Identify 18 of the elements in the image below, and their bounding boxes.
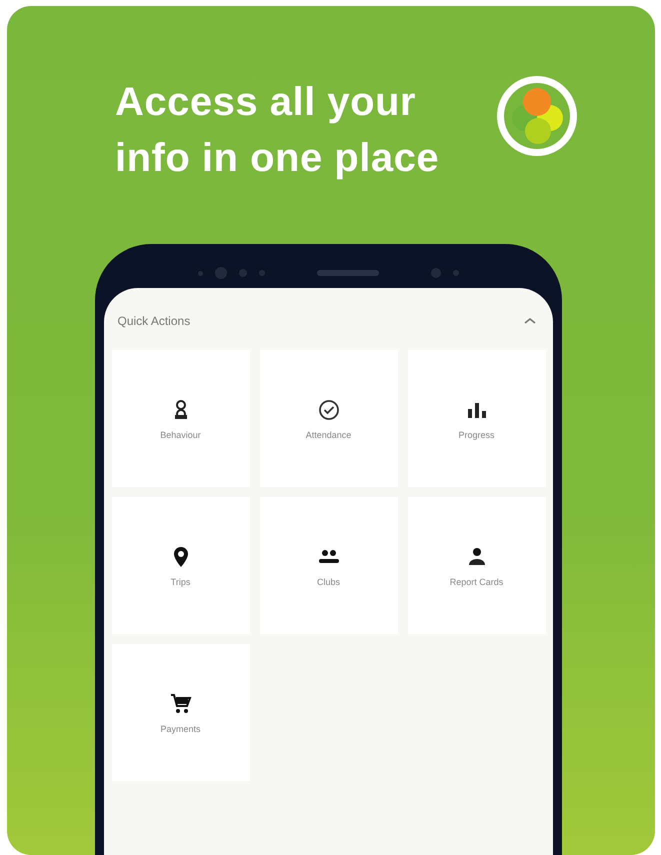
headline: Access all your info in one place: [115, 79, 440, 182]
quick-action-tile[interactable]: Attendance: [260, 350, 398, 487]
quick-action-tile[interactable]: Clubs: [260, 497, 398, 634]
check-circle-icon: [316, 398, 340, 422]
quick-action-tile[interactable]: Report Cards: [408, 497, 546, 634]
chevron-icon[interactable]: [522, 316, 536, 326]
sensor-dot: [198, 270, 202, 276]
app-logo-icon: [495, 74, 579, 158]
quick-action-tile[interactable]: Progress: [408, 350, 546, 487]
cart-icon: [168, 692, 192, 716]
section-title: Quick Actions: [118, 314, 190, 328]
sensor-dot: [430, 268, 440, 278]
sensor-dot: [214, 267, 226, 279]
quick-action-tile[interactable]: Payments: [112, 644, 250, 781]
sensor-dot: [238, 269, 246, 277]
quick-action-tile[interactable]: Behaviour: [112, 350, 250, 487]
quick-action-tile[interactable]: Trips: [112, 497, 250, 634]
speaker-grille: [316, 270, 378, 276]
